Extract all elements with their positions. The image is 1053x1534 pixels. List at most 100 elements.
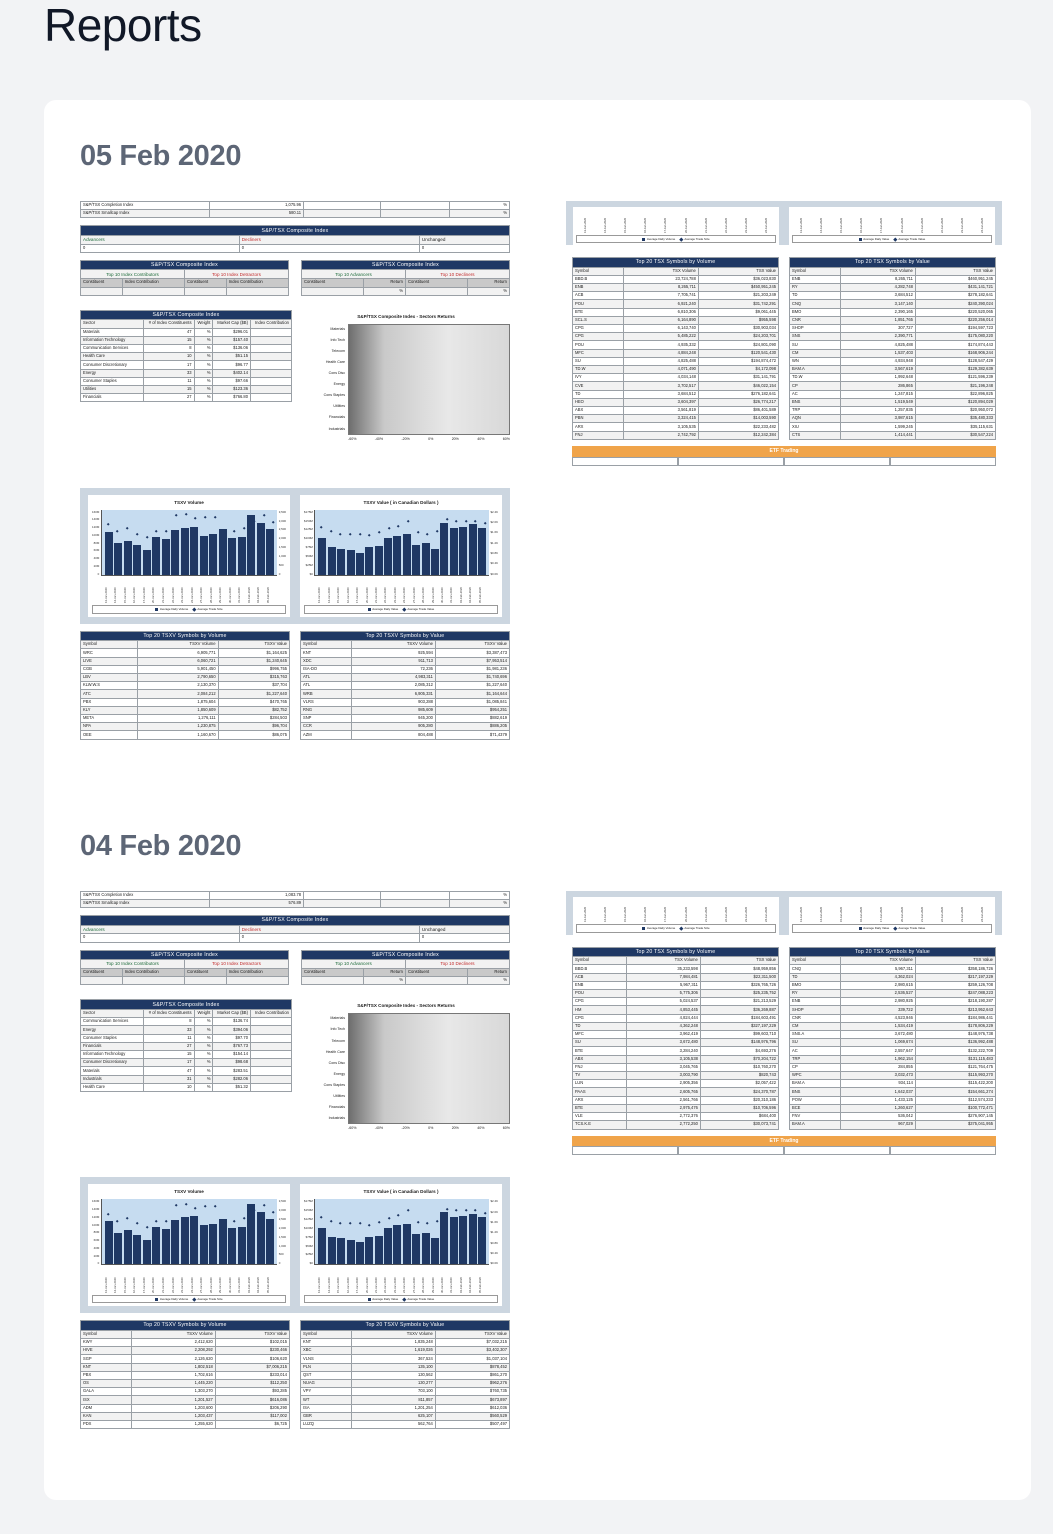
table-row[interactable]: Financials 27% $766.80 [79, 393, 293, 403]
table-row[interactable]: SU 1,069,674 $136,992,488 [789, 1038, 997, 1048]
table-row[interactable]: BBD.B 35,233,598 $48,959,856 [571, 964, 780, 974]
table-row[interactable]: BCE 1,260,627 $100,772,471 [789, 1103, 997, 1114]
table-row[interactable]: Communication Services 8% $136.06 [79, 343, 293, 354]
table-row[interactable]: BAM.A 3,567,619 $129,382,639 [789, 365, 997, 375]
table-row[interactable]: ENB 2,980,925 $218,190,287 [789, 997, 997, 1007]
table-row[interactable]: IVY 4,034,148 $31,141,791 [572, 373, 780, 383]
table-row[interactable]: ADM 1,203,600 $206,290 [79, 1403, 291, 1413]
table-row[interactable]: Consumer Staples 11% $97.66 [79, 376, 293, 386]
table-row[interactable]: CGB 5,901,450 $996,755 [80, 664, 291, 674]
table-row[interactable] [80, 976, 290, 986]
table-row[interactable]: BMO 2,980,615 $259,126,708 [789, 980, 997, 991]
table-row[interactable]: CNR 4,523,946 $184,986,441 [789, 1013, 997, 1023]
table-row[interactable]: FNJ 3,045,765 $10,760,270 [571, 1062, 780, 1073]
table-row[interactable]: ISX 1,201,527 $616,086 [79, 1395, 291, 1405]
table-row[interactable]: XBC 1,619,026 $3,402,307 [299, 1346, 511, 1356]
table-row[interactable]: RY 2,536,527 $247,088,223 [789, 989, 997, 999]
table-row[interactable]: SNS 2,390,771 $175,080,220 [789, 332, 997, 342]
table-row[interactable]: S&P/TSX Completion Index 1,083.78% [80, 890, 511, 900]
table-row[interactable]: BAM.A 967,029 $375,041,955 [789, 1120, 997, 1130]
table-row[interactable]: CVE 3,702,517 $46,022,154 [572, 381, 780, 391]
table-row[interactable]: BMO 2,390,165 $220,520,065 [789, 307, 997, 317]
table-row[interactable]: TRP 1,257,835 $20,950,072 [789, 406, 997, 416]
table-row[interactable]: TV 3,003,790 $820,743 [571, 1071, 780, 1081]
table-row[interactable]: TRP 1,962,154 $131,115,483 [789, 1054, 997, 1064]
table-row[interactable]: MFC 4,884,248 $120,541,430 [572, 348, 780, 358]
table-row[interactable]: SU 4,825,488 $174,874,443 [789, 340, 997, 350]
table-row[interactable]: SHOP 339,722 $213,952,643 [789, 1005, 997, 1015]
table-row[interactable]: HM 4,853,445 $36,269,887 [571, 1005, 780, 1015]
table-row[interactable]: Consumer Discretionary 17% $96.77 [79, 360, 293, 370]
table-row[interactable]: POU 4,935,332 $24,801,090 [572, 340, 780, 350]
table-row[interactable]: KNT 925,594 $3,387,473 [299, 648, 511, 658]
table-row[interactable]: %% [300, 976, 510, 986]
table-row[interactable]: SNS.A 3,672,480 $148,976,738 [789, 1030, 997, 1040]
table-row[interactable]: TD 4,362,024 $217,197,229 [789, 972, 997, 982]
table-row[interactable]: ENB 8,265,711 $450,951,245 [572, 283, 780, 293]
table-row[interactable]: CPG 5,024,537 $21,213,529 [571, 997, 780, 1007]
table-row[interactable]: S&P/TSX Completion Index 1,075.96% [80, 200, 511, 211]
table-row[interactable]: WRB 6,905,331 $1,164,644 [299, 689, 511, 699]
table-row[interactable]: Industrials 31% $282.06 [79, 1074, 293, 1084]
table-row[interactable]: BTE 6,810,306 $9,061,445 [572, 307, 780, 317]
table-row[interactable]: CCR 905,280 $886,205 [299, 722, 511, 732]
table-row[interactable]: FNV 536,042 $276,907,145 [789, 1112, 997, 1122]
table-row[interactable]: ARX 2,561,766 $20,310,186 [571, 1095, 780, 1105]
table-row[interactable]: ACB 7,705,741 $21,203,249 [572, 291, 780, 301]
table-row[interactable]: SGP 2,126,620 $106,620 [79, 1354, 291, 1364]
table-row[interactable]: S&P/TSX Smallcap Index 576.89% [80, 898, 511, 909]
table-row[interactable]: KLY 1,850,609 $82,752 [80, 705, 291, 716]
table-row[interactable]: ATL 2,085,312 $1,227,640 [299, 681, 511, 691]
table-row[interactable]: OEE 1,160,670 $86,075 [80, 730, 291, 740]
table-row[interactable]: PDX 1,255,620 $6,725 [79, 1420, 291, 1430]
table-row[interactable]: Communication Services 8% $136.74 [79, 1017, 293, 1027]
table-row[interactable]: ACB 7,984,481 $22,311,500 [571, 972, 780, 982]
table-row[interactable] [80, 286, 290, 296]
table-row[interactable]: FNJ 2,742,792 $12,242,384 [572, 430, 780, 440]
table-row[interactable]: ATC 2,084,212 $1,227,640 [80, 689, 291, 699]
table-row[interactable]: META 1,276,111 $284,503 [80, 713, 291, 724]
table-row[interactable]: ATL 4,983,311 $1,740,696 [299, 672, 511, 683]
table-row[interactable]: HEO 3,604,397 $26,774,217 [572, 397, 780, 408]
table-row[interactable]: BTE 3,284,240 $4,693,276 [571, 1046, 780, 1056]
table-row[interactable]: CNQ 5,967,311 $358,186,726 [789, 964, 997, 974]
table-row[interactable]: Utilities 15% $123.36 [79, 384, 293, 395]
table-row[interactable]: TD.W 4,071,490 $4,172,098 [572, 365, 780, 375]
table-row[interactable]: SCL.S 6,164,890 $955,598 [572, 315, 780, 326]
table-row[interactable]: Information Technology 15% $154.14 [79, 1049, 293, 1060]
table-row[interactable]: MFC 3,962,419 $99,603,710 [571, 1030, 780, 1040]
table-row[interactable]: Energy 33% $394.06 [79, 1025, 293, 1035]
table-row[interactable]: LBV 2,790,650 $315,763 [80, 672, 291, 683]
table-row[interactable]: CPG 5,485,222 $24,203,701 [572, 332, 780, 342]
table-row[interactable]: AC 2,557,647 $132,222,709 [789, 1046, 997, 1056]
table-row[interactable]: POW 1,433,125 $112,574,233 [789, 1095, 997, 1105]
table-row[interactable]: BTE 2,975,476 $10,706,596 [571, 1103, 780, 1114]
table-row[interactable]: KNT 1,835,248 $7,032,215 [299, 1337, 511, 1348]
table-row[interactable]: ISA-DO 72,236 $1,981,236 [299, 664, 511, 674]
table-row[interactable]: Consumer Discretionary 17% $98.68 [79, 1058, 293, 1068]
table-row[interactable]: CM 1,537,403 $168,906,244 [789, 348, 997, 358]
table-row[interactable]: TD.W 1,992,648 $121,596,239 [789, 373, 997, 383]
table-row[interactable]: CPG 6,143,740 $30,903,034 [572, 324, 780, 334]
table-row[interactable]: CTS 1,414,441 $30,547,224 [789, 430, 997, 440]
table-row[interactable]: LUZQ 562,764 $507,497 [299, 1420, 511, 1430]
table-row[interactable]: %% [300, 286, 510, 296]
table-row[interactable]: POU 5,775,306 $25,235,752 [571, 989, 780, 999]
table-row[interactable]: ENB 5,967,311 $326,765,726 [571, 980, 780, 991]
table-row[interactable]: Financials 27% $767.73 [79, 1041, 293, 1051]
table-row[interactable]: LUN 2,905,356 $2,057,422 [571, 1079, 780, 1089]
table-row[interactable]: Health Care 10% $51.32 [79, 1082, 293, 1092]
table-row[interactable]: XDC 911,713 $7,953,514 [299, 656, 511, 666]
table-row[interactable]: ABX 3,105,538 $70,204,722 [571, 1054, 780, 1064]
table-row[interactable]: SNP 945,200 $882,619 [299, 713, 511, 724]
table-row[interactable]: BBD.B 23,724,788 $36,023,830 [572, 274, 780, 285]
table-row[interactable]: PAAS 2,605,765 $24,370,787 [571, 1087, 780, 1097]
table-row[interactable]: OS 1,445,220 $112,250 [79, 1378, 291, 1389]
table-row[interactable]: PLN 135,100 $878,452 [299, 1362, 511, 1372]
table-row[interactable]: XIU 1,599,245 $35,115,631 [789, 422, 997, 432]
table-row[interactable]: SU 4,825,488 $194,874,472 [572, 356, 780, 367]
table-row[interactable]: KWY 2,412,620 $102,015 [79, 1337, 291, 1348]
table-row[interactable]: WRC 6,905,771 $1,164,625 [80, 648, 291, 658]
table-row[interactable]: TD 3,684,512 $276,182,641 [572, 389, 780, 399]
table-row[interactable]: Health Care 10% $51.15 [79, 352, 293, 362]
